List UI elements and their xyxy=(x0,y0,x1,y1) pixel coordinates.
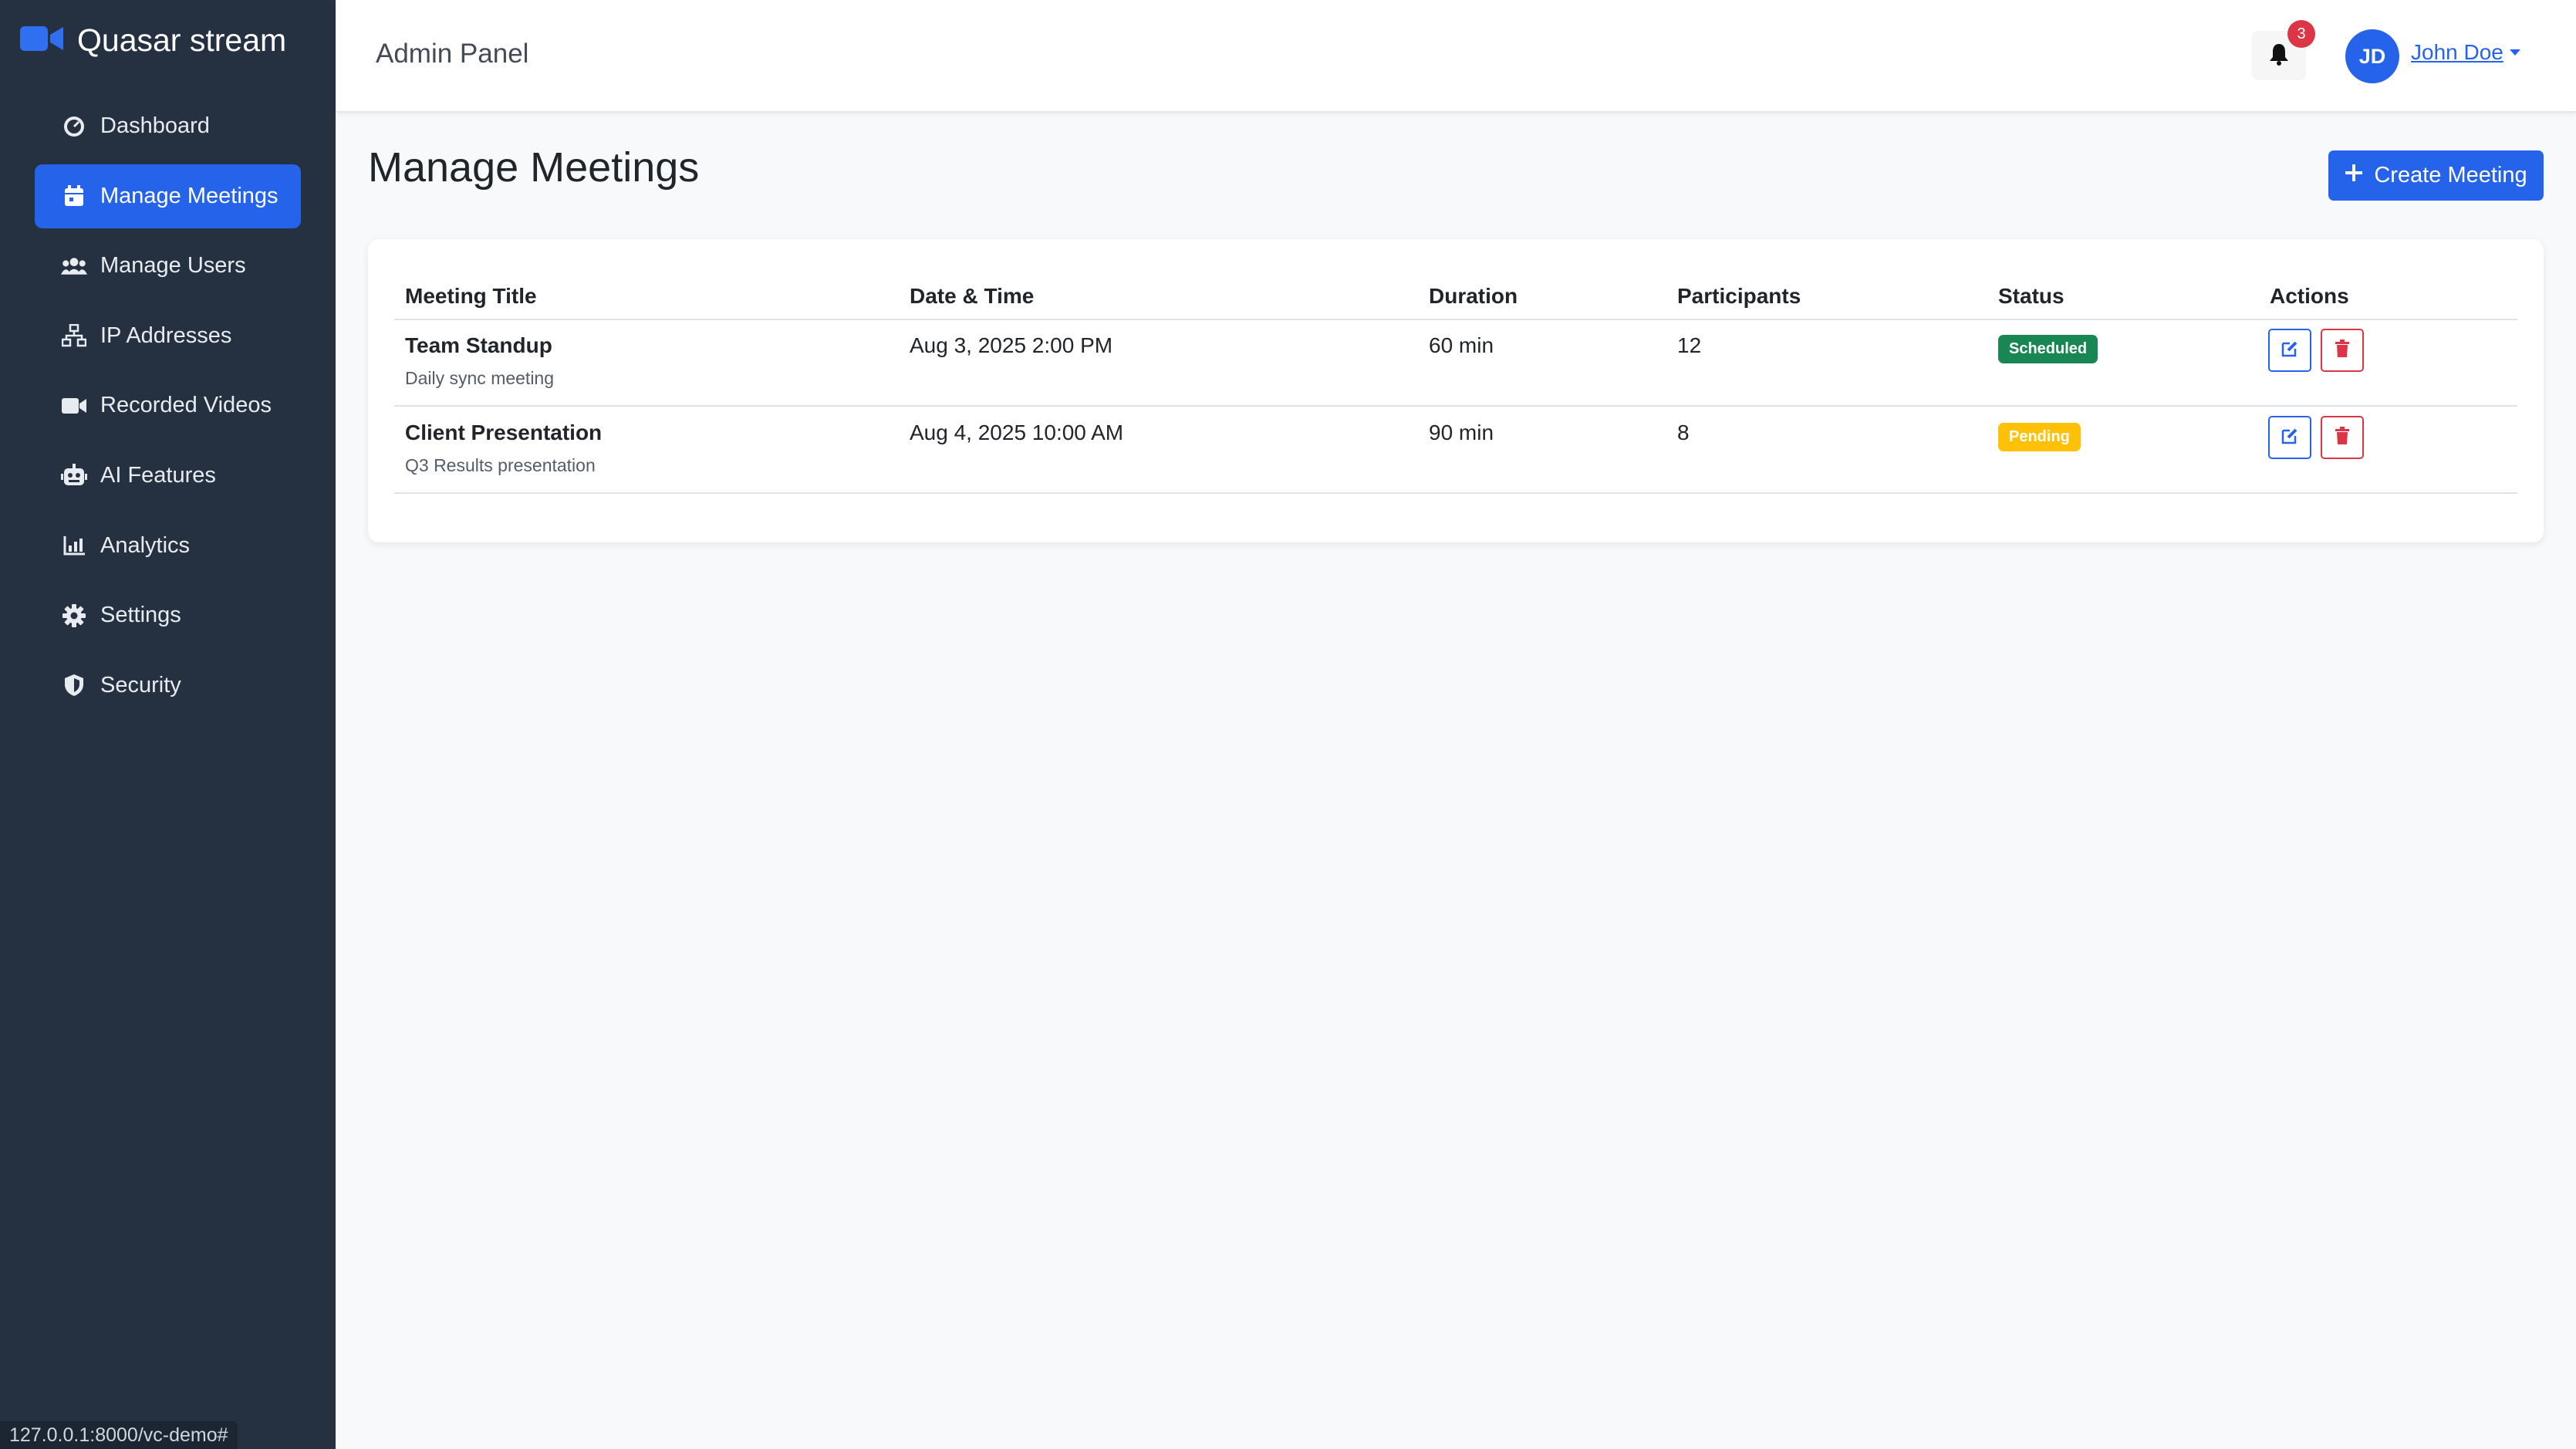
trash-icon xyxy=(2335,426,2350,449)
meeting-duration: 90 min xyxy=(1429,421,1494,444)
brand-name: Quasar stream xyxy=(77,22,287,58)
delete-button[interactable] xyxy=(2321,329,2364,372)
edit-icon xyxy=(2281,427,2299,449)
plus-icon xyxy=(2345,163,2363,188)
meeting-duration: 60 min xyxy=(1429,333,1494,357)
topbar: Admin Panel 3 JD John Doe xyxy=(336,0,2576,113)
edit-icon xyxy=(2281,339,2299,362)
header-divider xyxy=(394,319,2517,320)
calendar-icon xyxy=(61,183,87,209)
meeting-subtitle: Q3 Results presentation xyxy=(405,455,596,475)
avatar[interactable]: JD xyxy=(2345,29,2399,83)
sidebar-item-ai-features[interactable]: AI Features xyxy=(35,444,301,508)
meeting-datetime: Aug 3, 2025 2:00 PM xyxy=(910,333,1113,357)
create-meeting-label: Create Meeting xyxy=(2374,163,2527,187)
row-divider xyxy=(394,492,2517,494)
sidebar-item-manage-meetings[interactable]: Manage Meetings xyxy=(35,164,301,228)
video-camera-logo-icon xyxy=(20,25,65,56)
status-badge: Pending xyxy=(1998,423,2081,451)
sidebar-item-settings[interactable]: Settings xyxy=(35,583,301,647)
gear-icon xyxy=(61,603,87,629)
meeting-subtitle: Daily sync meeting xyxy=(405,368,555,388)
chart-line-icon xyxy=(61,532,87,559)
status-badge: Scheduled xyxy=(1998,335,2098,363)
sidebar-item-dashboard[interactable]: Dashboard xyxy=(35,94,301,158)
meeting-participants: 8 xyxy=(1677,421,1690,444)
sidebar-item-label: Recorded Videos xyxy=(100,393,272,418)
notification-count-badge: 3 xyxy=(2287,20,2315,48)
caret-down-icon xyxy=(2509,49,2520,56)
sidebar-nav: Dashboard Manage Meetings Manage Users I… xyxy=(35,94,301,723)
sidebar-item-label: Analytics xyxy=(100,532,191,558)
column-header-duration: Duration xyxy=(1429,284,1518,308)
column-header-status: Status xyxy=(1998,284,2065,308)
create-meeting-button[interactable]: Create Meeting xyxy=(2328,150,2544,201)
meeting-datetime: Aug 4, 2025 10:00 AM xyxy=(910,421,1124,444)
edit-button[interactable] xyxy=(2268,329,2311,372)
sidebar-item-security[interactable]: Security xyxy=(35,654,301,718)
edit-button[interactable] xyxy=(2268,416,2311,459)
user-menu-toggle[interactable]: John Doe xyxy=(2411,40,2520,65)
sidebar-item-recorded-videos[interactable]: Recorded Videos xyxy=(35,373,301,437)
page-title: Manage Meetings xyxy=(368,144,700,191)
meeting-participants: 12 xyxy=(1677,333,1702,357)
status-bar-url: 127.0.0.1:8000/vc-demo# xyxy=(0,1421,238,1449)
sidebar-item-ip-addresses[interactable]: IP Addresses xyxy=(35,304,301,368)
topbar-title: Admin Panel xyxy=(376,39,529,69)
shield-icon xyxy=(61,672,87,698)
sidebar-item-manage-users[interactable]: Manage Users xyxy=(35,234,301,298)
meeting-title[interactable]: Team Standup xyxy=(405,333,552,358)
column-header-title: Meeting Title xyxy=(405,284,537,308)
bell-icon xyxy=(2269,42,2289,69)
video-icon xyxy=(61,393,87,419)
row-divider xyxy=(394,405,2517,407)
trash-icon xyxy=(2335,339,2350,362)
robot-icon xyxy=(61,462,87,488)
sidebar-item-label: AI Features xyxy=(100,462,216,488)
sidebar-item-label: Settings xyxy=(100,603,181,628)
network-icon xyxy=(61,323,87,349)
meeting-title[interactable]: Client Presentation xyxy=(405,421,602,445)
sidebar-item-label: Manage Users xyxy=(100,253,246,279)
user-name: John Doe xyxy=(2411,40,2503,64)
sidebar-item-analytics[interactable]: Analytics xyxy=(35,514,301,578)
column-header-actions: Actions xyxy=(2270,284,2349,308)
sidebar: Quasar stream Dashboard Manage Meetings … xyxy=(0,0,336,1449)
column-header-datetime: Date & Time xyxy=(910,284,1035,308)
delete-button[interactable] xyxy=(2321,416,2364,459)
gauge-icon xyxy=(61,113,87,140)
sidebar-item-label: Dashboard xyxy=(100,113,210,138)
users-icon xyxy=(61,253,87,279)
sidebar-item-label: IP Addresses xyxy=(100,323,232,348)
meetings-table-card: Meeting Title Date & Time Duration Parti… xyxy=(368,239,2544,542)
column-header-participants: Participants xyxy=(1677,284,1801,308)
brand[interactable]: Quasar stream xyxy=(20,19,286,62)
sidebar-item-label: Security xyxy=(100,672,181,697)
sidebar-item-label: Manage Meetings xyxy=(100,183,279,208)
